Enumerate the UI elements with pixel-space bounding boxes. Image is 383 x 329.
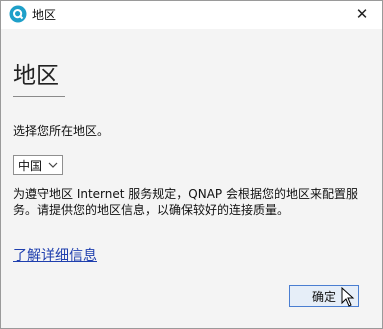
dialog-content: 地区 选择您所在地区。 中国 为遵守地区 Internet 服务规定，QNAP … (1, 29, 382, 328)
qnap-q-icon (9, 5, 27, 23)
mouse-cursor-icon (341, 287, 355, 307)
close-icon: ✕ (355, 5, 369, 23)
region-description: 为遵守地区 Internet 服务规定，QNAP 会根据您的地区来配置服务。请提… (13, 187, 358, 217)
title-bar: 地区 ✕ (1, 1, 382, 29)
learn-more-link[interactable]: 了解详细信息 (13, 245, 97, 265)
dialog-window: 地区 ✕ 地区 选择您所在地区。 中国 为遵守地区 Internet 服务规定，… (0, 0, 383, 329)
page-title: 地区 (13, 63, 59, 89)
chevron-down-icon (48, 162, 58, 168)
region-select-value: 中国 (18, 158, 43, 173)
region-prompt: 选择您所在地区。 (13, 124, 110, 138)
window-title: 地区 (32, 8, 57, 22)
ok-button-label: 确定 (311, 289, 336, 304)
heading-divider (13, 96, 65, 97)
region-select[interactable]: 中国 (13, 155, 63, 175)
close-button[interactable]: ✕ (350, 3, 374, 25)
